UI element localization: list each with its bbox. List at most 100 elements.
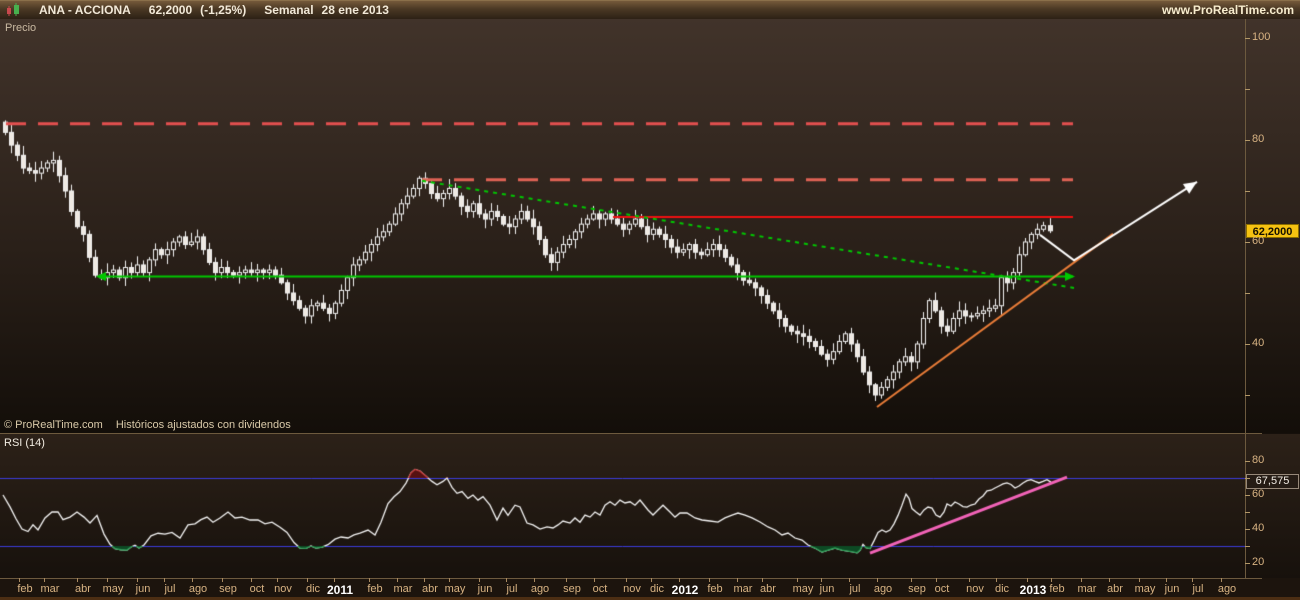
price-axis-tick [1245,38,1250,39]
time-axis-tick [797,578,798,582]
timeframe-label: Semanal [264,3,314,17]
time-axis-tick [251,578,252,582]
time-axis-tick [506,578,507,582]
month-label: sep [219,583,237,595]
time-axis-tick [77,578,78,582]
month-label: nov [623,583,641,595]
title-bar: ANA - ACCIONA 62,2000 (-1,25%) Semanal 2… [0,0,1300,19]
price-axis-tick [1245,293,1250,294]
price-chart-canvas[interactable] [0,19,1245,433]
month-label: jul [164,583,176,595]
price-axis-tick [1245,242,1250,243]
rsi-axis-label: 40 [1252,522,1265,534]
rsi-axis-tick [1245,495,1250,496]
time-axis-tick [534,578,535,582]
month-label: mar [393,583,413,595]
rsi-axis-label: 80 [1252,454,1265,466]
month-label: jul [506,583,518,595]
month-label: sep [908,583,926,595]
month-label: jun [477,583,493,595]
rsi-bottom-border [0,578,1262,579]
month-label: abr [760,583,776,595]
month-label: feb [367,583,383,595]
month-label: mar [733,583,753,595]
time-axis-tick [911,578,912,582]
rsi-chart-canvas[interactable] [0,434,1245,578]
last-bar-date: 28 ene 2013 [321,3,389,17]
time-axis-tick [1166,578,1167,582]
time-axis-tick [936,578,937,582]
time-axis-tick [307,578,308,582]
time-axis-tick [44,578,45,582]
time-axis-tick [709,578,710,582]
time-axis-tick [679,578,680,582]
rsi-axis-tick [1245,563,1250,564]
rsi-axis-tick [1245,546,1250,547]
rsi-axis-label: 20 [1252,556,1265,568]
rsi-value-tag: 67,575 [1246,474,1299,489]
copyright-note: © ProRealTime.com Históricos ajustados c… [4,419,291,431]
panel-divider [0,433,1262,434]
time-axis-tick [192,578,193,582]
month-label: ago [873,583,893,595]
price-axis-tick [1245,89,1250,90]
month-label: jul [1192,583,1204,595]
time-axis-tick [821,578,822,582]
price-axis-label: 100 [1252,31,1271,43]
time-axis-tick [626,578,627,582]
instrument-name: ANA - ACCIONA [39,3,131,17]
time-axis-tick [164,578,165,582]
prorealtime-link[interactable]: www.ProRealTime.com [1162,3,1294,17]
month-label: jun [1164,583,1180,595]
time-axis-tick [651,578,652,582]
year-label: 2011 [326,583,354,597]
year-label: 2012 [671,583,699,597]
month-label: oct [934,583,950,595]
price-change: (-1,25%) [200,3,247,17]
month-label: may [102,583,124,595]
month-label: jun [135,583,151,595]
time-axis-tick [137,578,138,582]
time-axis-tick [737,578,738,582]
rsi-axis-tick [1245,512,1250,513]
month-label: abr [1107,583,1123,595]
month-label: sep [563,583,581,595]
rsi-axis-tick [1245,461,1250,462]
month-label: ago [530,583,550,595]
time-axis-tick [1221,578,1222,582]
time-axis-tick [479,578,480,582]
time-axis-tick [877,578,878,582]
time-axis-tick [19,578,20,582]
month-label: jun [819,583,835,595]
time-axis-tick [1139,578,1140,582]
price-axis-tick [1245,344,1250,345]
month-label: ago [1217,583,1237,595]
time-axis-tick [969,578,970,582]
time-axis-tick [369,578,370,582]
rsi-axis-tick [1245,529,1250,530]
time-axis-tick [334,578,335,582]
time-axis-tick [424,578,425,582]
time-axis-tick [107,578,108,582]
month-label: mar [40,583,60,595]
time-axis-tick [566,578,567,582]
time-axis-tick [1109,578,1110,582]
time-axis-tick [277,578,278,582]
time-axis-tick [1192,578,1193,582]
candlestick-icon [5,3,21,17]
rsi-axis-label: 60 [1252,488,1265,500]
price-axis-label: 60 [1252,235,1265,247]
month-label: feb [707,583,723,595]
month-label: nov [274,583,292,595]
price-axis-label: 80 [1252,133,1265,145]
price-axis-label: 40 [1252,337,1265,349]
time-axis-tick [1051,578,1052,582]
month-label: dic [994,583,1010,595]
time-axis-tick [1027,578,1028,582]
month-label: nov [966,583,984,595]
month-label: dic [305,583,321,595]
month-label: feb [17,583,33,595]
price-axis-tick [1245,395,1250,396]
copyright-text: © ProRealTime.com [4,419,103,431]
month-label: feb [1049,583,1065,595]
